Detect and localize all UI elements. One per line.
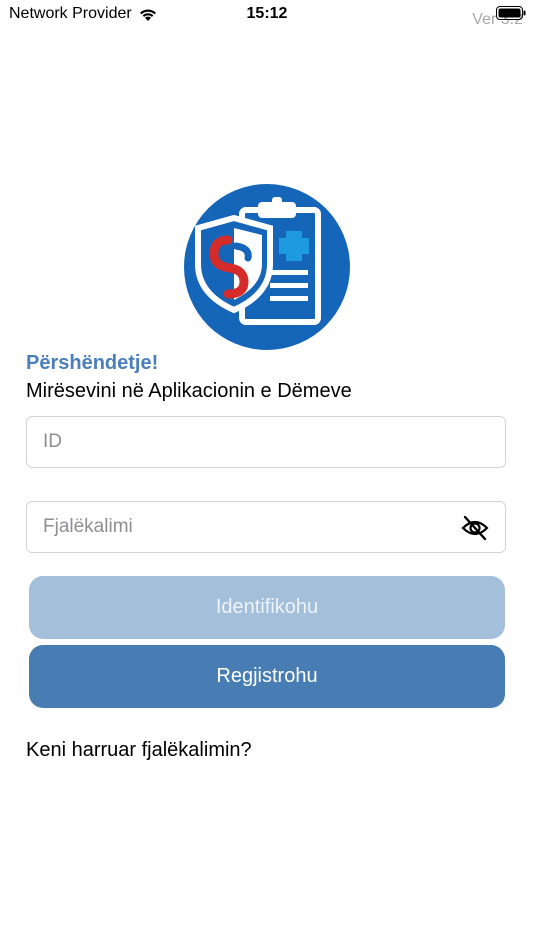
welcome-subtitle: Mirësevini në Aplikacionin e Dëmeve [26, 380, 352, 402]
login-button[interactable]: Identifikohu [29, 576, 505, 639]
insurance-claim-logo [184, 184, 350, 350]
greeting-title: Përshëndetje! [26, 352, 159, 374]
login-screen: Network Provider 15:12 Ver 3.2 Përshënde… [0, 0, 534, 950]
battery-icon [496, 6, 526, 20]
forgot-password-link[interactable]: Keni harruar fjalëkalimin? [26, 737, 252, 763]
password-input[interactable] [27, 502, 505, 552]
password-field [26, 501, 506, 553]
id-field [26, 416, 506, 468]
status-time: 15:12 [246, 5, 288, 22]
id-input[interactable] [27, 417, 505, 467]
register-button[interactable]: Regjistrohu [29, 645, 505, 708]
status-bar: Network Provider 15:12 Ver 3.2 [0, 0, 534, 30]
eye-off-icon[interactable] [461, 515, 489, 541]
